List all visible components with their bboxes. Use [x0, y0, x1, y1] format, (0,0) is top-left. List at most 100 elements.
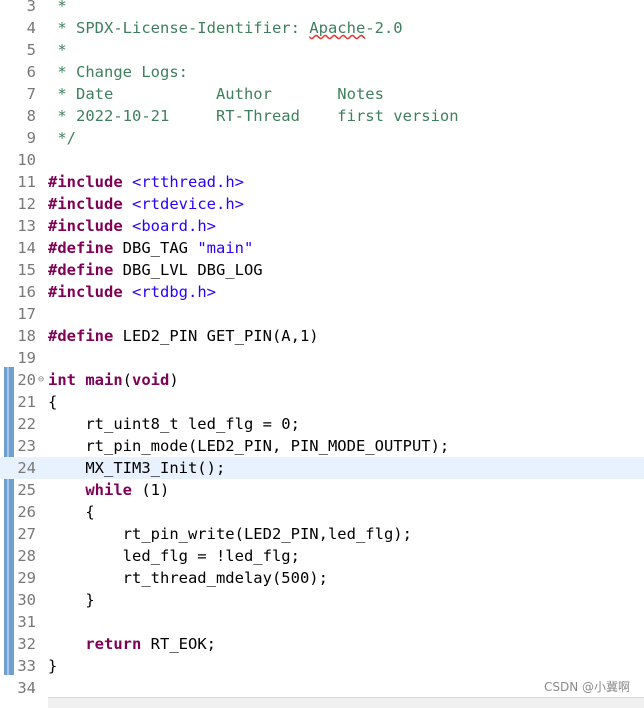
code-text: *	[48, 39, 67, 61]
code-text: #include <rtthread.h>	[48, 171, 244, 193]
code-line[interactable]: 13 #include <board.h>	[0, 215, 644, 237]
code-token: <board.h>	[132, 217, 216, 235]
code-line[interactable]: 10	[0, 149, 644, 171]
code-line[interactable]: 15 #define DBG_LVL DBG_LOG	[0, 259, 644, 281]
code-token: #define	[48, 239, 114, 257]
code-token: DBG_TAG	[113, 239, 198, 257]
code-line[interactable]: 18 #define LED2_PIN GET_PIN(A,1)	[0, 325, 644, 347]
code-token: (	[122, 371, 133, 389]
code-line[interactable]: 6 * Change Logs:	[0, 61, 644, 83]
code-token: rt_pin_mode(LED2_PIN, PIN_MODE_OUTPUT);	[48, 437, 450, 455]
code-token: * 2022-10-21 RT-Thread first version	[48, 107, 459, 125]
code-line[interactable]: 5 *	[0, 39, 644, 61]
code-token: }	[48, 591, 95, 609]
code-text: *	[48, 0, 67, 17]
code-token: int	[48, 371, 76, 389]
line-number: 8	[26, 107, 36, 125]
code-line[interactable]: 21 {	[0, 391, 644, 413]
line-number: 3	[26, 0, 36, 15]
code-text: #define DBG_TAG "main"	[48, 237, 253, 259]
collapse-icon[interactable]: ⊖	[36, 369, 46, 391]
code-line[interactable]: 8 * 2022-10-21 RT-Thread first version	[0, 105, 644, 127]
code-token: #define	[48, 261, 114, 279]
code-token: (1)	[132, 481, 170, 499]
code-text: * Date Author Notes	[48, 83, 384, 105]
code-line[interactable]: 20 ⊖ int main(void)	[0, 369, 644, 391]
line-number: 18	[17, 327, 36, 345]
code-line[interactable]: 28 led_flg = !led_flg;	[0, 545, 644, 567]
code-token: *	[48, 41, 67, 59]
code-text: #include <rtdbg.h>	[48, 281, 216, 303]
line-number: 32	[17, 635, 36, 653]
line-number: 31	[17, 613, 36, 631]
code-line[interactable]: 19	[0, 347, 644, 369]
code-line[interactable]: 9 */	[0, 127, 644, 149]
code-text: return RT_EOK;	[48, 633, 216, 655]
code-line[interactable]: 11 #include <rtthread.h>	[0, 171, 644, 193]
code-text: {	[48, 391, 57, 413]
code-token: #include	[48, 195, 123, 213]
line-number: 17	[17, 305, 36, 323]
line-number: 28	[17, 547, 36, 565]
code-token: #include	[48, 217, 123, 235]
code-line[interactable]: 22 rt_uint8_t led_flg = 0;	[0, 413, 644, 435]
code-token: DBG_LVL DBG_LOG	[113, 261, 263, 279]
code-text: rt_thread_mdelay(500);	[48, 567, 328, 589]
code-token: *	[48, 0, 67, 15]
code-text: #define DBG_LVL DBG_LOG	[48, 259, 263, 281]
line-number: 34	[17, 679, 36, 697]
line-number: 12	[17, 195, 36, 213]
code-line[interactable]: 23 rt_pin_mode(LED2_PIN, PIN_MODE_OUTPUT…	[0, 435, 644, 457]
line-number: 11	[17, 173, 36, 191]
code-line[interactable]: 30 }	[0, 589, 644, 611]
current-code-line[interactable]: 24 MX_TIM3_Init();	[0, 457, 644, 479]
code-line[interactable]: 27 rt_pin_write(LED2_PIN,led_flg);	[0, 523, 644, 545]
code-text: * SPDX-License-Identifier: Apache-2.0	[48, 17, 402, 39]
code-token: RT_EOK;	[141, 635, 216, 653]
horizontal-scrollbar[interactable]	[48, 697, 644, 708]
code-line[interactable]: 12 #include <rtdevice.h>	[0, 193, 644, 215]
line-number: 23	[17, 437, 36, 455]
line-number: 20	[17, 371, 36, 389]
code-line[interactable]: 3 *	[0, 0, 644, 17]
code-editor[interactable]: 3 * 4 * SPDX-License-Identifier: Apache-2…	[0, 0, 644, 707]
line-number: 10	[17, 151, 36, 169]
code-line[interactable]: 25 while (1)	[0, 479, 644, 501]
code-line[interactable]: 33}	[0, 655, 644, 677]
line-number: 25	[17, 481, 36, 499]
line-number: 9	[26, 129, 36, 147]
code-line[interactable]: 26 {	[0, 501, 644, 523]
line-number: 16	[17, 283, 36, 301]
code-text: * 2022-10-21 RT-Thread first version	[48, 105, 459, 127]
line-number: 14	[17, 239, 36, 257]
code-text: */	[48, 127, 76, 149]
code-text: #include <rtdevice.h>	[48, 193, 244, 215]
line-number: 15	[17, 261, 36, 279]
code-line[interactable]: 16 #include <rtdbg.h>	[0, 281, 644, 303]
code-line[interactable]: 31	[0, 611, 644, 633]
line-number: 30	[17, 591, 36, 609]
code-text: {	[48, 501, 94, 523]
code-token: * Date Author Notes	[48, 85, 384, 103]
code-line[interactable]: 14 #define DBG_TAG "main"	[0, 237, 644, 259]
line-number: 33	[17, 657, 36, 675]
line-number: 4	[26, 19, 36, 37]
code-token: Apache	[309, 19, 366, 37]
code-text: #include <board.h>	[48, 215, 216, 237]
code-token: */	[48, 129, 76, 147]
code-line[interactable]: 7 * Date Author Notes	[0, 83, 644, 105]
code-line[interactable]: 29 rt_thread_mdelay(500);	[0, 567, 644, 589]
code-token: <rtthread.h>	[132, 173, 244, 191]
code-text: int main(void)	[48, 369, 179, 391]
code-text: #define LED2_PIN GET_PIN(A,1)	[48, 325, 319, 347]
code-line[interactable]: 4 * SPDX-License-Identifier: Apache-2.0	[0, 17, 644, 39]
code-text: led_flg = !led_flg;	[48, 545, 300, 567]
code-text: }	[48, 589, 95, 611]
code-text: * Change Logs:	[48, 61, 188, 83]
code-line[interactable]: 32 return RT_EOK;	[0, 633, 644, 655]
code-line[interactable]: 17	[0, 303, 644, 325]
code-token: * Change Logs:	[48, 63, 188, 81]
